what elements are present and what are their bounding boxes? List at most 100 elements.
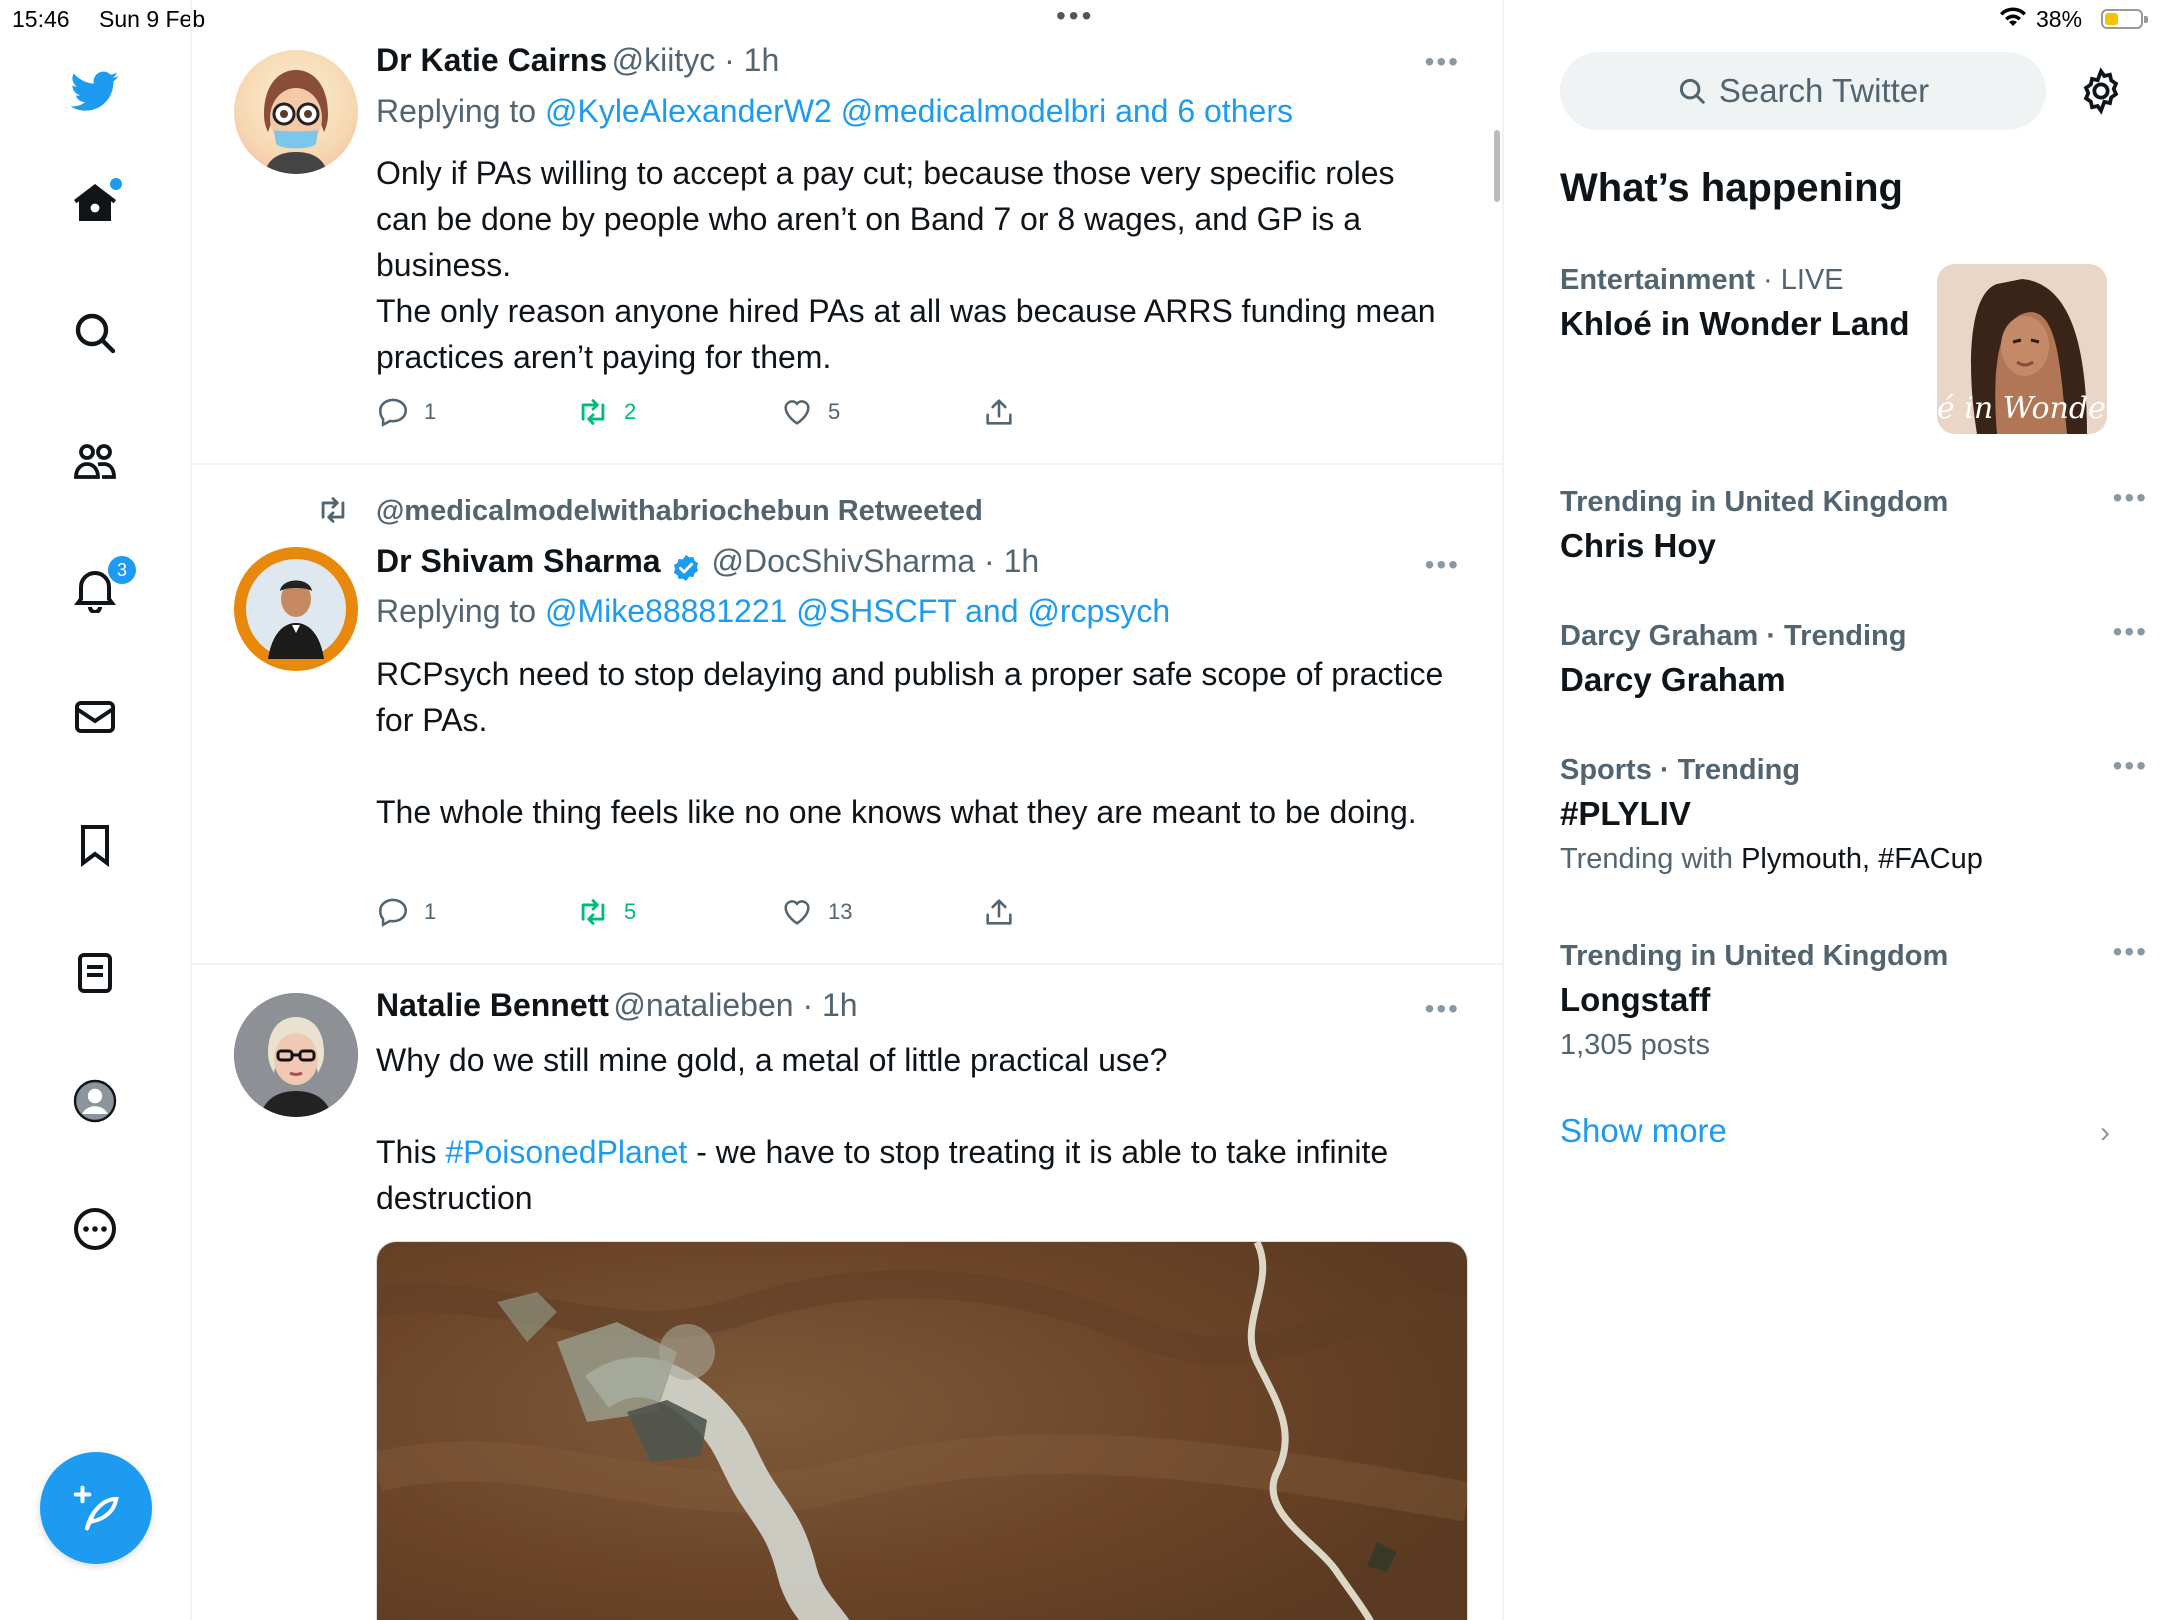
heart-icon (784, 900, 810, 925)
retweet-count: 2 (624, 399, 637, 424)
retweet-button[interactable]: 2 (576, 395, 636, 429)
search-icon[interactable] (66, 304, 124, 362)
trend-category: Sports · Trending (1560, 754, 1801, 786)
right-sidebar: Search Twitter What’s happening Entertai… (1504, 0, 2160, 1620)
retweet-count: 5 (624, 899, 637, 924)
like-button[interactable]: 13 (780, 895, 852, 929)
search-placeholder: Search Twitter (1718, 72, 1930, 109)
like-count: 13 (828, 899, 853, 924)
trend-item[interactable]: Trending in United Kingdom Longstaff 1,3… (1560, 936, 2146, 1062)
tweet-text-line: This #PoisonedPlanet - we have to stop t… (376, 1129, 1446, 1221)
tweet-actions: 1 2 5 (376, 395, 1076, 435)
trend-title: Chris Hoy (1560, 527, 1716, 564)
trend-more-icon[interactable]: ••• (2113, 616, 2148, 648)
author-handle[interactable]: @natalieben (613, 987, 793, 1023)
trending-with-label: Trending with (1560, 843, 1742, 875)
tweet-time[interactable]: 1h (822, 987, 858, 1023)
bell-icon[interactable]: 3 (66, 554, 138, 618)
trend-title: #PLYLIV (1560, 795, 1691, 832)
bookmark-icon[interactable] (66, 816, 124, 874)
reply-button[interactable]: 1 (376, 395, 436, 429)
trending-with-value: Plymouth, #FACup (1741, 843, 1983, 875)
trend-more-icon[interactable]: ••• (2113, 936, 2148, 968)
author-name[interactable]: Dr Katie Cairns (376, 42, 607, 78)
trend-item[interactable]: Darcy Graham · Trending Darcy Graham ••• (1560, 616, 2146, 699)
twitter-bird-icon[interactable] (66, 62, 124, 120)
timeline[interactable]: Dr Katie Cairns @kiityc · 1h ••• Replyin… (192, 0, 1504, 1620)
mail-icon[interactable] (66, 688, 124, 746)
trend-item[interactable]: Trending in United Kingdom Chris Hoy ••• (1560, 482, 2146, 565)
tweet-actions: 1 5 13 (376, 895, 1076, 935)
retweeted-by[interactable]: @medicalmodelwithabriochebun Retweeted (376, 495, 983, 528)
tweet[interactable]: @medicalmodelwithabriochebun Retweeted D… (192, 465, 1502, 965)
replying-to-links[interactable]: @KyleAlexanderW2 @medicalmodelbri and 6 … (545, 93, 1293, 129)
reply-icon (378, 398, 408, 427)
tweet[interactable]: Natalie Bennett @natalieben · 1h ••• Why… (192, 965, 1502, 1620)
left-navigation: 3 (0, 0, 192, 1620)
chevron-right-icon: › (2100, 1116, 2110, 1149)
show-more-link[interactable]: Show more (1560, 1112, 1727, 1150)
trend-more-icon[interactable]: ••• (2113, 750, 2148, 782)
tweet-text-pre: This (376, 1134, 446, 1170)
reply-count: 1 (424, 899, 437, 924)
like-count: 5 (828, 399, 841, 424)
avatar[interactable] (234, 547, 358, 671)
author-name[interactable]: Natalie Bennett (376, 987, 609, 1023)
author-name[interactable]: Dr Shivam Sharma (376, 543, 661, 579)
whats-happening-heading: What’s happening (1560, 166, 1903, 210)
trend-thumbnail-caption: é in Wonder L (1937, 391, 2107, 426)
notifications-badge: 3 (106, 554, 138, 586)
communities-icon[interactable] (66, 432, 124, 490)
tweet-more-icon[interactable]: ••• (1425, 993, 1460, 1025)
hashtag-link[interactable]: #PoisonedPlanet (445, 1134, 687, 1170)
trend-item[interactable]: Sports · Trending #PLYLIV Trending with … (1560, 750, 2146, 876)
replying-prefix: Replying to (376, 93, 545, 129)
tweet-text-line: The whole thing feels like no one knows … (376, 794, 1417, 830)
share-icon (986, 399, 1012, 425)
replying-prefix: Replying to (376, 593, 545, 629)
compose-icon (73, 1485, 119, 1531)
live-label: LIVE (1780, 264, 1844, 296)
profile-icon[interactable] (66, 1072, 124, 1130)
verified-badge-icon (673, 554, 699, 581)
compose-tweet-button[interactable] (40, 1452, 152, 1564)
replying-to: Replying to @Mike88881221 @SHSCFT and @r… (376, 593, 1170, 630)
reply-button[interactable]: 1 (376, 895, 436, 929)
share-button[interactable] (982, 395, 1016, 429)
avatar[interactable] (234, 50, 358, 174)
author-handle[interactable]: @DocShivSharma (711, 543, 975, 579)
trend-category: Trending in United Kingdom (1560, 940, 1949, 972)
retweet-button[interactable]: 5 (576, 895, 636, 929)
tweet-header: Dr Shivam Sharma @DocShivSharma · 1h (376, 543, 1039, 583)
replying-to-links[interactable]: @Mike88881221 @SHSCFT and @rcpsych (545, 593, 1170, 629)
home-icon[interactable] (66, 174, 124, 232)
tweet-media-image[interactable] (376, 1241, 1468, 1620)
tweet-text-line: The only reason anyone hired PAs at all … (376, 293, 1436, 375)
retweet-icon (581, 899, 605, 925)
retweeted-icon (316, 493, 350, 532)
lists-icon[interactable] (66, 944, 124, 1002)
search-icon (1679, 78, 1705, 104)
author-handle[interactable]: @kiityc (612, 42, 716, 78)
avatar[interactable] (234, 993, 358, 1117)
trend-thumbnail[interactable]: é in Wonder L (1937, 264, 2107, 434)
settings-gear-icon[interactable] (2076, 66, 2126, 116)
tweet-text: Only if PAs willing to accept a pay cut;… (376, 150, 1446, 380)
more-icon[interactable] (66, 1200, 124, 1258)
trend-category: Entertainment (1560, 264, 1755, 296)
tweet[interactable]: Dr Katie Cairns @kiityc · 1h ••• Replyin… (192, 0, 1502, 465)
heart-icon (784, 400, 810, 425)
retweet-icon (581, 399, 605, 425)
share-button[interactable] (982, 895, 1016, 929)
tweet-more-icon[interactable]: ••• (1425, 46, 1460, 78)
tweet-text: Why do we still mine gold, a metal of li… (376, 1037, 1446, 1221)
trend-more-icon[interactable]: ••• (2113, 482, 2148, 514)
share-icon (986, 899, 1012, 925)
search-input[interactable]: Search Twitter (1560, 52, 2046, 130)
like-button[interactable]: 5 (780, 395, 840, 429)
tweet-more-icon[interactable]: ••• (1425, 549, 1460, 581)
tweet-text-line: RCPsych need to stop delaying and publis… (376, 656, 1444, 738)
replying-to: Replying to @KyleAlexanderW2 @medicalmod… (376, 93, 1293, 130)
tweet-time[interactable]: 1h (744, 42, 780, 78)
tweet-time[interactable]: 1h (1004, 543, 1040, 579)
